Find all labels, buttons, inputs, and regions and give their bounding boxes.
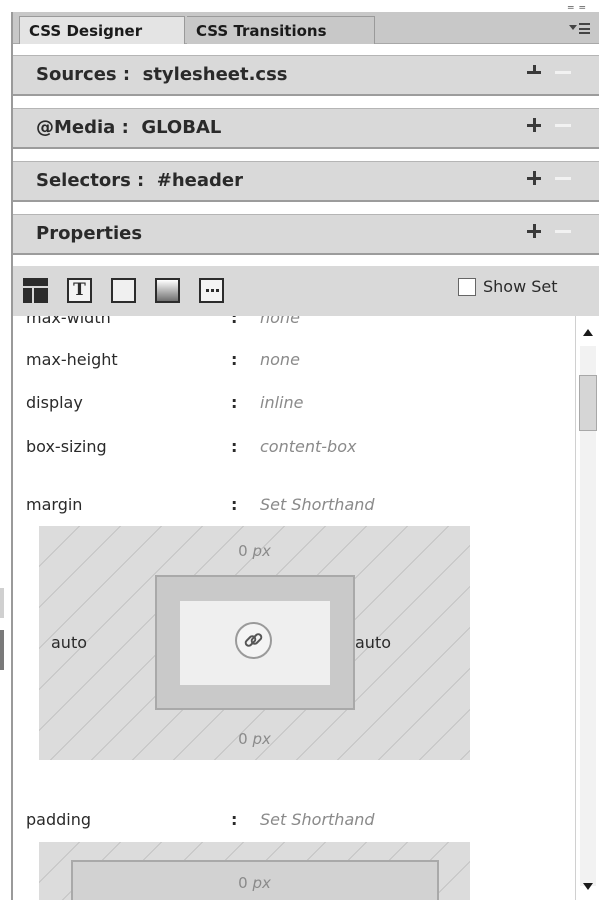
text-icon[interactable]: T (67, 278, 92, 303)
panel-menu-icon[interactable] (569, 21, 593, 37)
window-left-edge (0, 0, 13, 900)
property-name: display (26, 393, 83, 412)
sources-section-header[interactable]: Sources : stylesheet.css (13, 55, 599, 96)
add-property-icon[interactable] (527, 223, 543, 239)
show-set-checkbox[interactable] (458, 278, 476, 296)
panel-tab-bar: CSS Designer CSS Transitions (13, 12, 599, 44)
margin-inner-box (155, 575, 355, 710)
add-source-icon[interactable] (527, 64, 543, 80)
scrollbar-thumb[interactable] (579, 375, 597, 431)
property-name: margin (26, 495, 83, 514)
remove-source-icon[interactable] (555, 71, 571, 74)
scroll-down-arrow-icon[interactable] (583, 883, 593, 890)
property-name: max-height (26, 350, 118, 369)
property-colon: : (231, 437, 238, 456)
selectors-label: Selectors : #header (36, 170, 243, 191)
margin-right-value[interactable]: auto (355, 633, 391, 652)
property-colon: : (231, 350, 238, 369)
remove-property-icon[interactable] (555, 230, 571, 233)
link-icon[interactable] (235, 622, 272, 659)
tab-css-transitions[interactable]: CSS Transitions (187, 16, 375, 44)
media-section-header[interactable]: @Media : GLOBAL (13, 108, 599, 149)
property-colon: : (231, 316, 238, 327)
property-value[interactable]: Set Shorthand (260, 492, 375, 518)
margin-bottom-value[interactable]: 0 px (39, 730, 470, 748)
background-icon[interactable] (155, 278, 180, 303)
add-media-icon[interactable] (527, 117, 543, 133)
property-value[interactable]: inline (260, 390, 303, 416)
property-name: padding (26, 810, 92, 829)
sources-label: Sources : stylesheet.css (36, 64, 288, 85)
property-colon: : (231, 495, 238, 514)
properties-list: max-width : none max-height : none displ… (13, 316, 575, 900)
property-colon: : (231, 810, 238, 829)
padding-top-value[interactable]: 0 px (39, 874, 470, 892)
margin-top-value[interactable]: 0 px (39, 542, 470, 560)
selectors-section-header[interactable]: Selectors : #header (13, 161, 599, 202)
properties-label: Properties (36, 223, 143, 244)
media-label: @Media : GLOBAL (36, 117, 222, 138)
more-icon[interactable] (199, 278, 224, 303)
add-selector-icon[interactable] (527, 170, 543, 186)
property-value[interactable]: none (260, 347, 300, 373)
margin-left-value[interactable]: auto (51, 633, 87, 652)
content-box (180, 601, 330, 685)
edge-marker (0, 588, 4, 618)
properties-section-header[interactable]: Properties (13, 214, 599, 255)
remove-media-icon[interactable] (555, 124, 571, 127)
property-name: box-sizing (26, 437, 107, 456)
border-icon[interactable] (111, 278, 136, 303)
show-set-label: Show Set (483, 277, 558, 296)
layout-icon[interactable] (23, 278, 48, 303)
remove-selector-icon[interactable] (555, 177, 571, 180)
property-name: max-width (26, 316, 111, 327)
property-colon: : (231, 393, 238, 412)
edge-marker (0, 630, 4, 670)
scroll-up-arrow-icon[interactable] (583, 329, 593, 336)
property-value[interactable]: content-box (260, 434, 356, 460)
properties-toolbar: T Show Set (13, 266, 599, 316)
margin-box-editor: 0 px auto auto 0 px (39, 526, 470, 760)
top-strip: ‗‗ (13, 0, 599, 12)
properties-scrollbar[interactable] (575, 316, 599, 900)
property-value[interactable]: Set Shorthand (260, 807, 375, 833)
tab-css-designer[interactable]: CSS Designer (19, 16, 185, 44)
collapse-icons: ‗‗ (568, 0, 591, 9)
padding-box-editor: 0 px (39, 842, 470, 900)
property-value[interactable]: none (260, 316, 300, 331)
